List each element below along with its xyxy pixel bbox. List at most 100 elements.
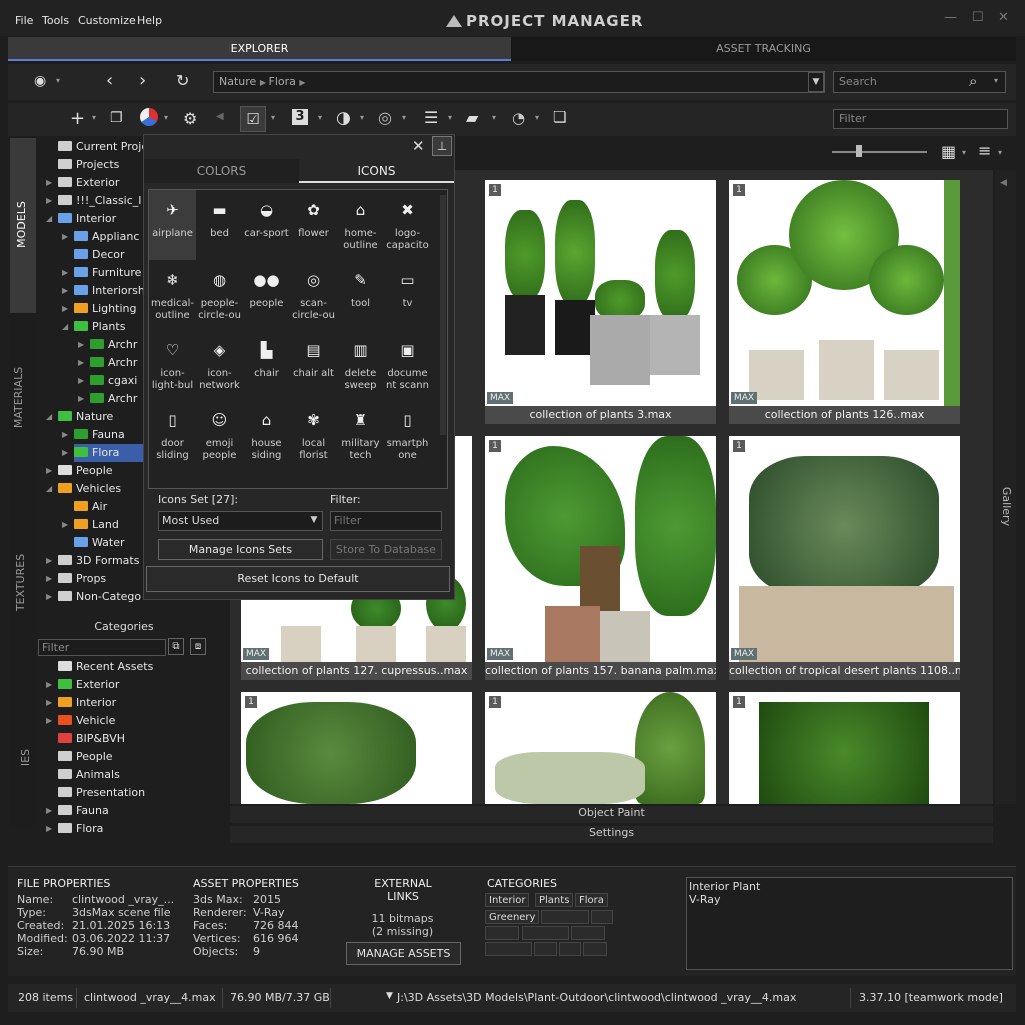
tree-item[interactable]: ▶ Furniture	[62, 264, 141, 282]
copy-icon[interactable]: ❏	[553, 108, 566, 126]
collapsed-arrow-icon[interactable]: ▶	[62, 516, 68, 534]
manage-assets-button[interactable]: MANAGE ASSETS	[346, 942, 461, 965]
reset-icons-button[interactable]: Reset Icons to Default	[146, 566, 450, 592]
category-tag-empty[interactable]	[583, 942, 607, 956]
back-icon[interactable]: ‹	[106, 70, 113, 91]
collapsed-arrow-icon[interactable]: ▶	[46, 462, 52, 480]
icon-option[interactable]: ✖ logo-capacito	[384, 190, 431, 260]
icon-option[interactable]: ♜ military tech	[337, 400, 384, 470]
icon-option[interactable]: ▣ docume nt scann	[384, 330, 431, 400]
category-tag-empty[interactable]	[485, 926, 519, 940]
tree-item[interactable]: ▶ Applianc	[62, 228, 139, 246]
collapsed-arrow-icon[interactable]: ▶	[78, 354, 84, 372]
store-to-database-button[interactable]: Store To Database	[330, 539, 442, 560]
collapsed-arrow-icon[interactable]: ▶	[62, 444, 68, 462]
icon-option[interactable]: ▤ chair alt	[290, 330, 337, 400]
tree-item[interactable]: ▶ Non-Catego	[46, 588, 141, 604]
collapse-left-icon[interactable]: ◀	[216, 111, 224, 122]
notes-area[interactable]: Interior Plant V-Ray	[686, 877, 1013, 970]
expanded-arrow-icon[interactable]: ◢	[46, 210, 52, 228]
search-input[interactable]: Search	[833, 71, 1006, 93]
category-item[interactable]: ▶ Exterior	[46, 676, 119, 694]
collapsed-arrow-icon[interactable]: ▶	[46, 174, 52, 192]
icon-option[interactable]: ⌂ home-outline	[337, 190, 384, 260]
object-paint-panel[interactable]: Object Paint	[230, 806, 993, 823]
collapsed-arrow-icon[interactable]: ▶	[46, 694, 52, 712]
manage-icons-sets-button[interactable]: Manage Icons Sets	[158, 539, 323, 560]
collapsed-arrow-icon[interactable]: ▶	[78, 372, 84, 390]
category-item[interactable]: ▶ Vehicle	[46, 712, 115, 730]
asset-card[interactable]: 1	[241, 692, 472, 804]
menu-file[interactable]: File	[15, 14, 33, 27]
icon-option[interactable]: ☺ emoji people	[196, 400, 243, 470]
category-tag-empty[interactable]	[591, 910, 613, 924]
tree-item[interactable]: Current Proje	[58, 138, 143, 156]
sort-dropdown-icon[interactable]: ▾	[998, 148, 1002, 157]
icon-grid-scrollbar[interactable]	[440, 195, 446, 435]
gallery-side-label[interactable]: Gallery	[1000, 487, 1013, 526]
expand-all-icon[interactable]: ⧉	[168, 638, 184, 655]
pin-icon[interactable]: ⊥	[432, 136, 452, 156]
category-item[interactable]: Recent Assets	[58, 658, 153, 676]
icon-option[interactable]: ▥ delete sweep	[337, 330, 384, 400]
collapsed-arrow-icon[interactable]: ▶	[46, 676, 52, 694]
tag-dropdown-icon[interactable]: ▾	[492, 113, 496, 122]
tree-item[interactable]: ▶ Flora	[62, 444, 143, 462]
collapsed-arrow-icon[interactable]: ▶	[62, 228, 68, 246]
collapsed-arrow-icon[interactable]: ▶	[46, 552, 52, 570]
icon-option[interactable]: ✈ airplane	[149, 190, 196, 260]
tree-item[interactable]: ▶ Land	[62, 516, 119, 534]
category-tag-empty[interactable]	[534, 942, 557, 956]
list-dropdown-icon[interactable]: ▾	[448, 113, 452, 122]
category-tag-empty[interactable]	[522, 926, 569, 940]
category-item[interactable]: ▶ Interior	[46, 694, 116, 712]
expand-right-icon[interactable]: ◀	[1000, 178, 1007, 188]
icons-set-dropdown-icon[interactable]: ▼	[306, 512, 322, 530]
icon-option[interactable]: ◍ people-circle-ou	[196, 260, 243, 330]
expanded-arrow-icon[interactable]: ◢	[46, 408, 52, 426]
tree-item[interactable]: ▶ People	[46, 462, 113, 480]
tab-textures[interactable]: TEXTURES	[10, 526, 36, 676]
icon-option[interactable]: ▭ tv	[384, 260, 431, 330]
category-item[interactable]: People	[58, 748, 113, 766]
asset-card[interactable]: 1	[729, 692, 960, 804]
expanded-arrow-icon[interactable]: ◢	[46, 480, 52, 498]
hide-icon[interactable]: ◎	[378, 108, 392, 127]
collapsed-arrow-icon[interactable]: ▶	[62, 264, 68, 282]
icon-option[interactable]: ▙ chair	[243, 330, 290, 400]
icon-option[interactable]: ✎ tool	[337, 260, 384, 330]
windows-icon[interactable]: ❐	[110, 110, 123, 126]
eye-icon[interactable]: ◉	[34, 73, 46, 89]
address-bar[interactable]: Nature ▶ Flora ▶	[213, 71, 825, 93]
tab-materials[interactable]: MATERIALS	[10, 331, 36, 501]
tree-item[interactable]: ▶ Exterior	[46, 174, 119, 192]
icons-set-select[interactable]: Most Used	[158, 511, 323, 531]
tab-asset-tracking[interactable]: ASSET TRACKING	[511, 37, 1016, 61]
refresh-icon[interactable]: ↻	[176, 71, 189, 90]
sort-icon[interactable]: ≡	[978, 141, 991, 160]
tree-item[interactable]: ▶ Archr	[78, 354, 137, 372]
grid-dropdown-icon[interactable]: ▾	[962, 148, 966, 157]
category-tag-empty[interactable]	[571, 926, 605, 940]
contrast-icon[interactable]: ◑	[336, 108, 351, 128]
tree-item[interactable]: ▶ cgaxi	[78, 372, 137, 390]
categories-filter-input[interactable]: Filter	[38, 639, 166, 656]
asset-card[interactable]: 1 MAX collection of plants 157. banana p…	[485, 436, 716, 680]
asset-card[interactable]: 1 MAX collection of plants 3.max	[485, 180, 716, 424]
color-dropdown-icon[interactable]: ▾	[164, 113, 168, 122]
search-icon[interactable]: ⌕	[969, 72, 977, 90]
thumbnail-size-slider[interactable]	[832, 143, 930, 159]
collapsed-arrow-icon[interactable]: ▶	[46, 588, 52, 604]
collapsed-arrow-icon[interactable]: ▶	[62, 300, 68, 318]
icon-option[interactable]: ✿ flower	[290, 190, 337, 260]
category-item[interactable]: Presentation	[58, 784, 145, 802]
collapsed-arrow-icon[interactable]: ▶	[78, 336, 84, 354]
category-item[interactable]: ▶ Flora	[46, 820, 103, 838]
category-item[interactable]: ▶ Fauna	[46, 802, 109, 820]
icon-option[interactable]: ●● people	[243, 260, 290, 330]
forward-icon[interactable]: ›	[139, 70, 146, 91]
address-dropdown-icon[interactable]: ▼	[808, 72, 824, 92]
icon-option[interactable]: ♡ icon-light-bul	[149, 330, 196, 400]
tree-item[interactable]: ◢ Nature	[46, 408, 113, 426]
menu-help[interactable]: Help	[137, 14, 162, 27]
